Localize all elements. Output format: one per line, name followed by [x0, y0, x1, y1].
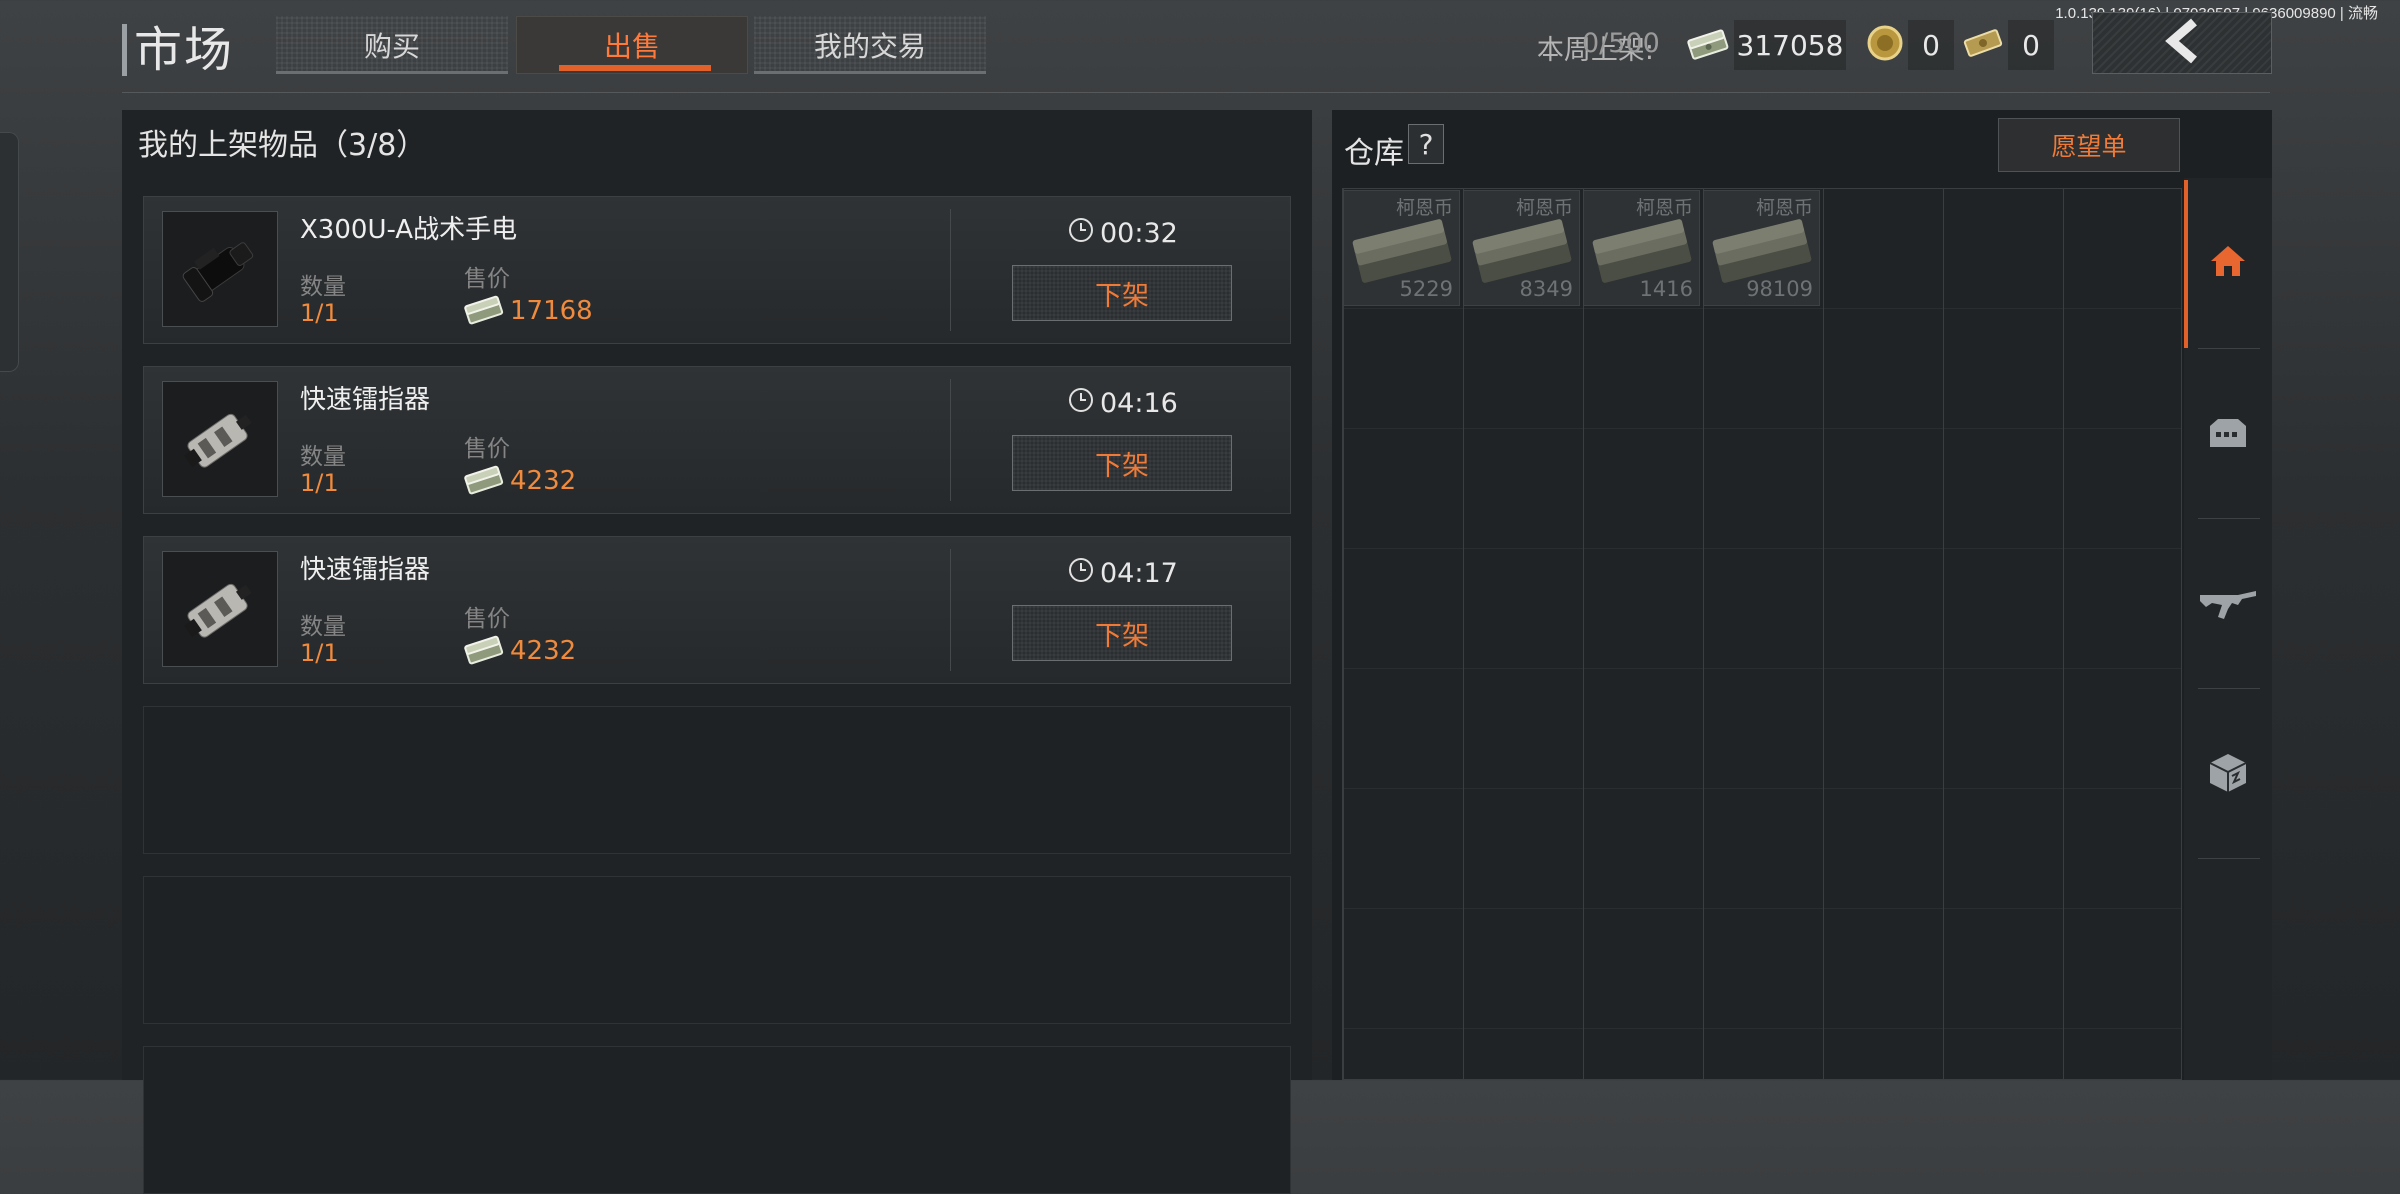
warehouse-item[interactable]: 柯恩币 8349 [1463, 190, 1580, 306]
delist-label: 下架 [1095, 450, 1149, 482]
clock-icon [1068, 557, 1094, 590]
item-count: 98109 [1746, 277, 1813, 301]
delist-button[interactable]: 下架 [1012, 265, 1232, 321]
tab-buy[interactable]: 购买 [276, 16, 508, 74]
help-icon: ? [1418, 127, 1434, 161]
delist-button[interactable]: 下架 [1012, 435, 1232, 491]
back-button[interactable] [2092, 12, 2272, 74]
price-label: 售价 [464, 606, 510, 632]
nav-home[interactable] [2184, 178, 2272, 348]
cash-stack-icon [462, 635, 506, 671]
laser-pointer-icon [162, 551, 278, 667]
price-value: 4232 [510, 636, 577, 666]
price-label: 售价 [464, 266, 510, 292]
tab-label: 购买 [363, 30, 420, 63]
empty-listing-slot [143, 706, 1291, 854]
delist-label: 下架 [1095, 620, 1149, 652]
supply-box-icon [2208, 752, 2248, 798]
wishlist-button[interactable]: 愿望单 [1998, 118, 2180, 172]
wishlist-label: 愿望单 [2051, 132, 2127, 161]
chevron-left-icon [2160, 18, 2204, 68]
laser-pointer-icon [162, 381, 278, 497]
price-value: 17168 [510, 296, 593, 326]
timer-value: 04:17 [1100, 558, 1178, 589]
clock-icon [1068, 387, 1094, 420]
help-button[interactable]: ? [1408, 124, 1444, 164]
cash-stack-icon [462, 295, 506, 331]
warehouse-item[interactable]: 柯恩币 5229 [1343, 190, 1460, 306]
item-label: 柯恩币 [1755, 197, 1813, 219]
quantity-label: 数量 [300, 444, 346, 470]
quantity-value: 1/1 [300, 469, 339, 497]
tactical-flashlight-icon [162, 211, 278, 327]
tab-my-trades[interactable]: 我的交易 [754, 16, 986, 74]
warehouse-title: 仓库 [1344, 136, 1404, 171]
quantity-label: 数量 [300, 274, 346, 300]
title-accent-bar [122, 24, 127, 76]
item-name: X300U-A战术手电 [300, 215, 518, 245]
item-label: 柯恩币 [1635, 197, 1693, 219]
nav-separator [2198, 348, 2260, 349]
cash-stack-icon [1684, 28, 1732, 66]
gold-coin-icon [1866, 24, 1904, 66]
gold-bills-icon [1962, 26, 2004, 64]
row-divider [950, 209, 951, 331]
empty-listing-slot [143, 876, 1291, 1024]
warehouse-grid [1342, 188, 2182, 1080]
side-drawer-handle[interactable] [0, 132, 19, 372]
item-count: 1416 [1639, 277, 1693, 301]
item-label: 柯恩币 [1395, 197, 1453, 219]
listing-timer: 04:17 [1068, 557, 1178, 590]
price-value: 4232 [510, 466, 577, 496]
warehouse-item[interactable]: 柯恩币 1416 [1583, 190, 1700, 306]
listing-row: 快速镭指器 数量 1/1 售价 4232 04:16 下架 [143, 366, 1291, 514]
quantity-value: 1/1 [300, 299, 339, 327]
nav-separator [2198, 858, 2260, 859]
empty-listing-slot [143, 1046, 1291, 1194]
timer-value: 04:16 [1100, 388, 1178, 419]
nav-weapons[interactable] [2184, 520, 2272, 690]
home-icon [2208, 243, 2248, 283]
tab-label: 我的交易 [813, 30, 926, 63]
item-label: 柯恩币 [1515, 197, 1573, 219]
nav-separator [2198, 518, 2260, 519]
item-count: 5229 [1399, 277, 1453, 301]
row-divider [950, 549, 951, 671]
item-name: 快速镭指器 [300, 555, 431, 585]
quantity-label: 数量 [300, 614, 346, 640]
quantity-value: 1/1 [300, 639, 339, 667]
listing-timer: 00:32 [1068, 217, 1178, 250]
price-label: 售价 [464, 436, 510, 462]
item-name: 快速镭指器 [300, 385, 431, 415]
delist-button[interactable]: 下架 [1012, 605, 1232, 661]
page-title: 市场 [134, 22, 235, 78]
item-count: 8349 [1519, 277, 1573, 301]
ammo-crate-icon [2206, 416, 2250, 454]
nav-separator [2198, 688, 2260, 689]
coin-balance: 0 [1908, 20, 1954, 70]
weekly-listed-value: 0/500 [1582, 28, 1660, 59]
my-listings-heading: 我的上架物品（3/8） [138, 128, 427, 163]
listing-row: X300U-A战术手电 数量 1/1 售价 17168 00:32 下架 [143, 196, 1291, 344]
clock-icon [1068, 217, 1094, 250]
rifle-icon [2198, 581, 2258, 629]
timer-value: 00:32 [1100, 218, 1178, 249]
cash-stack-icon [462, 465, 506, 501]
listing-timer: 04:16 [1068, 387, 1178, 420]
warehouse-item[interactable]: 柯恩币 98109 [1703, 190, 1820, 306]
cash-balance: 317058 [1734, 20, 1846, 70]
nav-supplies[interactable] [2184, 690, 2272, 860]
row-divider [950, 379, 951, 501]
header-divider [122, 92, 2270, 93]
gold-bills-balance: 0 [2008, 20, 2054, 70]
delist-label: 下架 [1095, 280, 1149, 312]
tab-label: 出售 [603, 30, 660, 63]
tab-sell[interactable]: 出售 [516, 16, 748, 74]
nav-ammo[interactable] [2184, 350, 2272, 520]
listing-row: 快速镭指器 数量 1/1 售价 4232 04:17 下架 [143, 536, 1291, 684]
